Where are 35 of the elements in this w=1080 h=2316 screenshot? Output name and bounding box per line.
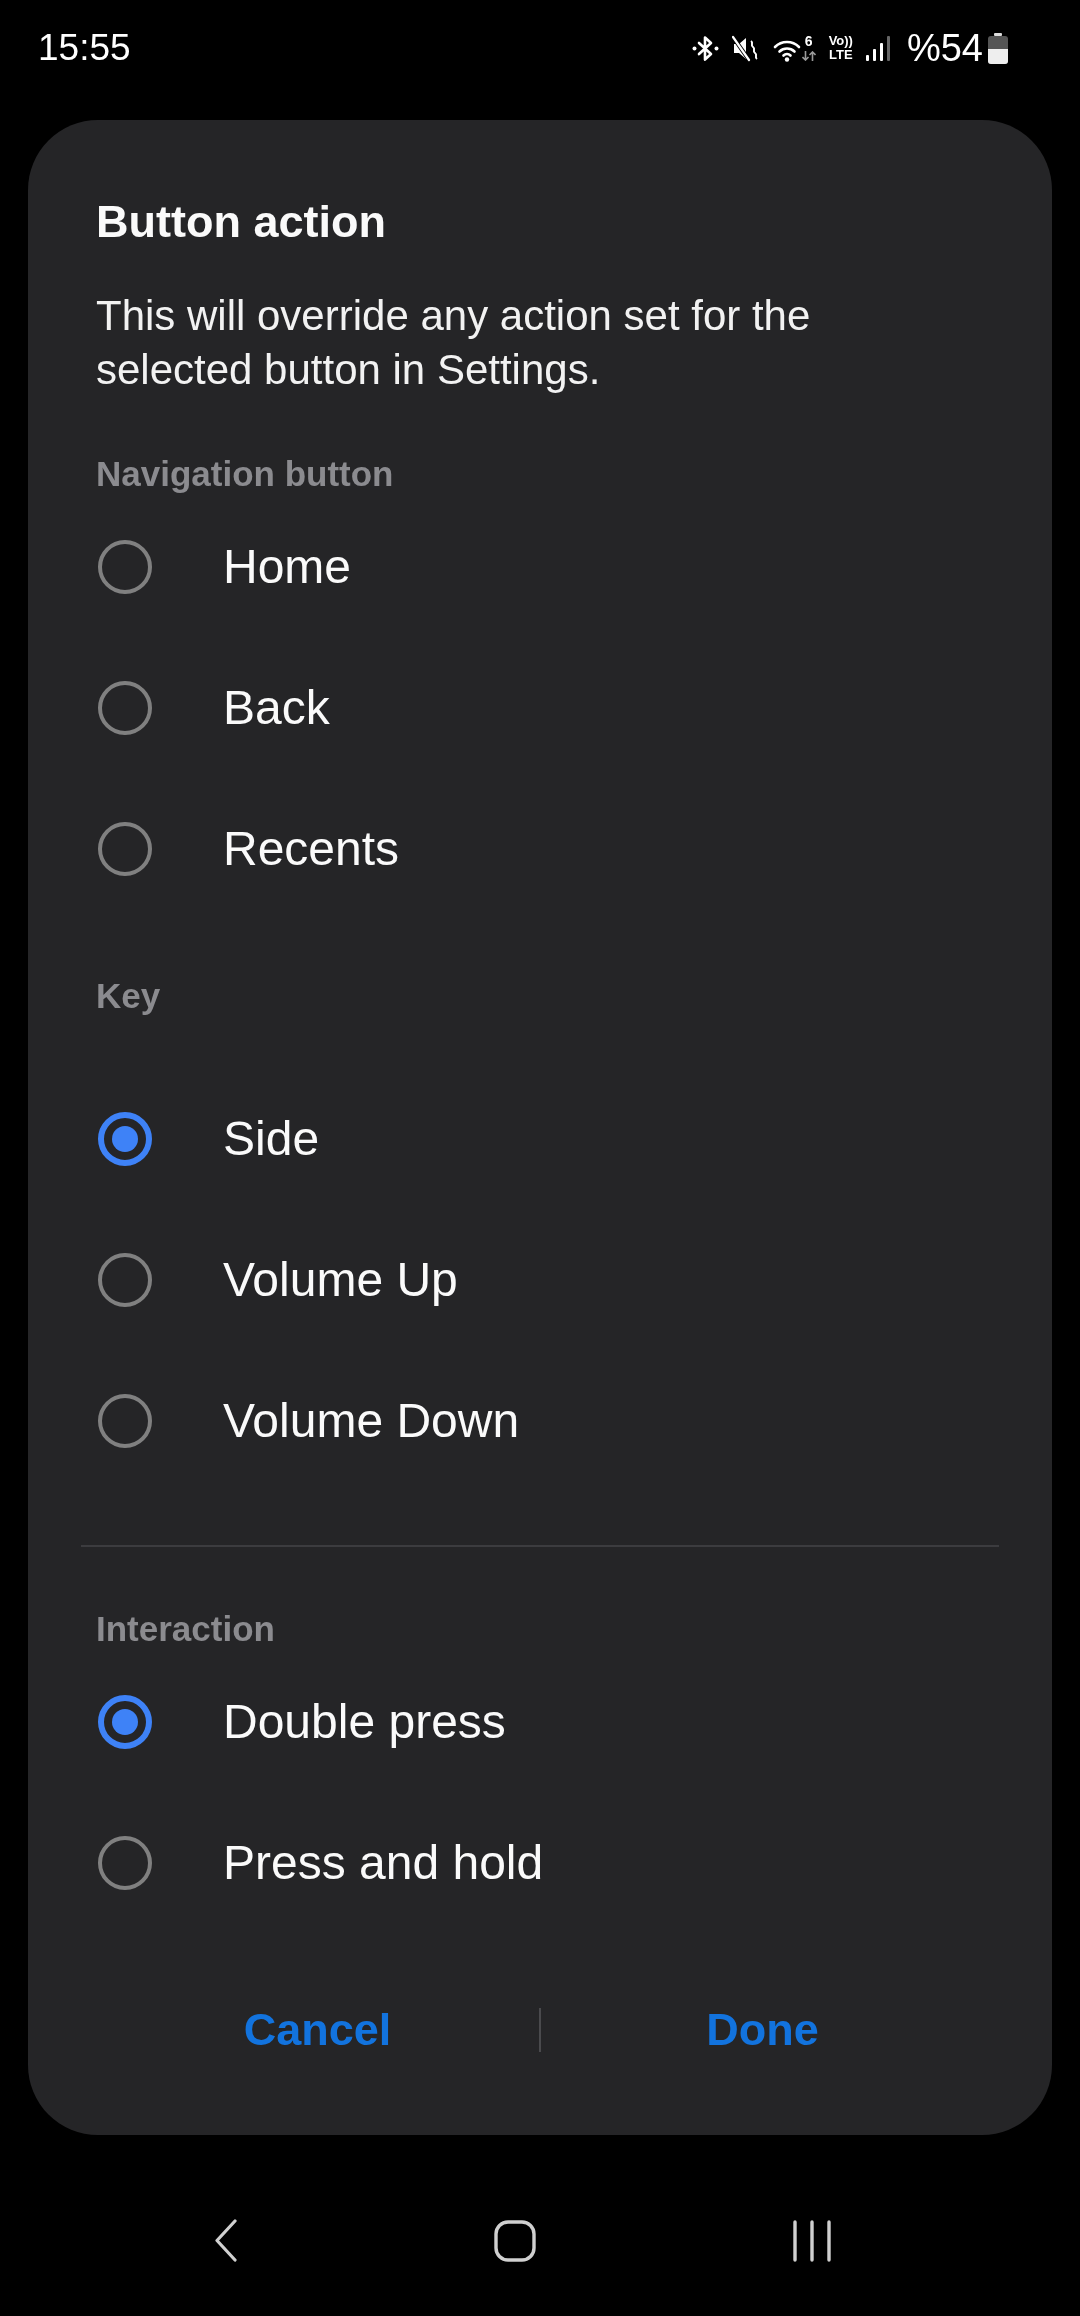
dialog-description: This will override any action set for the selected button in Settings. bbox=[96, 291, 812, 395]
radio-button[interactable] bbox=[98, 821, 152, 876]
option-label[interactable]: Home bbox=[223, 536, 352, 597]
data-arrows-icon bbox=[801, 51, 816, 61]
volte-label: Vo)) bbox=[828, 34, 853, 48]
back-icon[interactable] bbox=[214, 2219, 238, 2262]
option-label[interactable]: Volume Down bbox=[223, 1390, 520, 1451]
section-header: Interaction bbox=[96, 1608, 276, 1650]
recents-icon[interactable] bbox=[792, 2219, 832, 2262]
radio-button[interactable] bbox=[98, 680, 152, 735]
option-label[interactable]: Side bbox=[223, 1108, 320, 1169]
radio-button[interactable] bbox=[98, 1252, 152, 1307]
wifi-icon bbox=[772, 38, 801, 62]
status-time: 15:55 bbox=[38, 27, 131, 69]
section-header: Navigation button bbox=[96, 453, 395, 495]
battery-percentage: %54 bbox=[906, 26, 983, 70]
radio-button[interactable] bbox=[98, 539, 152, 594]
home-icon[interactable] bbox=[494, 2219, 536, 2262]
radio-button[interactable] bbox=[98, 1393, 152, 1448]
section-header: Key bbox=[96, 975, 162, 1017]
radio-button[interactable] bbox=[98, 1694, 152, 1749]
lte-label: LTE bbox=[829, 48, 853, 62]
option-label[interactable]: Volume Up bbox=[223, 1249, 458, 1310]
dialog-title: Button action bbox=[96, 195, 387, 249]
muted-speaker-icon bbox=[731, 34, 760, 62]
option-label[interactable]: Press and hold bbox=[223, 1832, 544, 1893]
signal-icon bbox=[865, 35, 892, 61]
option-label[interactable]: Double press bbox=[223, 1691, 506, 1752]
radio-button[interactable] bbox=[98, 1835, 152, 1890]
bluetooth-icon bbox=[691, 34, 719, 62]
battery-icon bbox=[988, 32, 1008, 64]
wifi-standard-label: 6 bbox=[804, 34, 813, 48]
option-label[interactable]: Recents bbox=[223, 818, 400, 879]
radio-button[interactable] bbox=[98, 1111, 152, 1166]
option-label[interactable]: Back bbox=[223, 677, 330, 738]
